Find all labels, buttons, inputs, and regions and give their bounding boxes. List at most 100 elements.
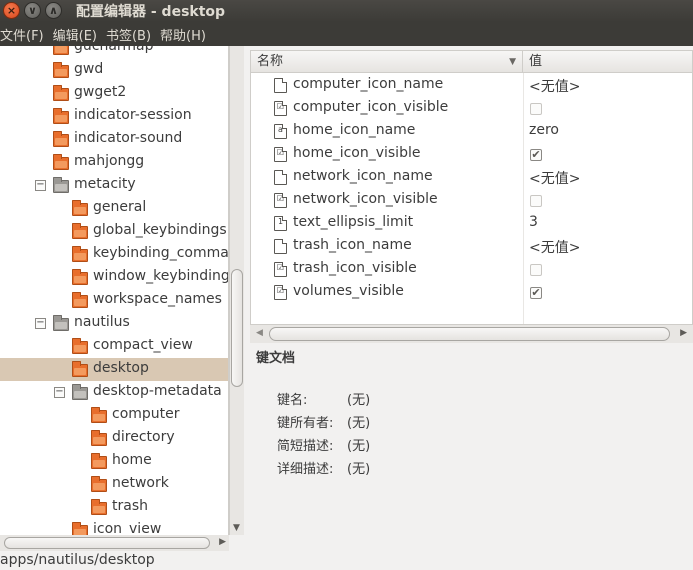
tree-item[interactable]: desktop — [0, 358, 228, 381]
scroll-right-icon[interactable]: ▶ — [680, 328, 687, 338]
tree-item-label: keybinding_commands — [93, 245, 229, 261]
bool-key-icon: ☑ — [274, 101, 287, 116]
key-row[interactable]: computer_icon_name <无值> — [251, 74, 692, 97]
collapse-expander-icon[interactable]: − — [35, 318, 46, 329]
key-row[interactable]: network_icon_name <无值> — [251, 166, 692, 189]
tree-item[interactable]: indicator-session — [0, 105, 228, 128]
tree-hscroll-thumb[interactable] — [4, 537, 210, 549]
tree-item[interactable]: home — [0, 450, 228, 473]
close-window-button[interactable]: × — [3, 2, 20, 19]
tree-item[interactable]: gwget2 — [0, 82, 228, 105]
key-value-checkbox[interactable] — [530, 264, 542, 276]
tree-item-label: window_keybindings — [93, 268, 229, 284]
key-row[interactable]: ☑ volumes_visible ✔ — [251, 281, 692, 304]
tree-item[interactable]: keybinding_commands — [0, 243, 229, 266]
tree-vertical-scrollbar[interactable]: ▼ — [229, 46, 244, 535]
tree-item[interactable]: mahjongg — [0, 151, 228, 174]
menu-file[interactable]: 文件(F) — [0, 25, 44, 44]
menu-bookmarks[interactable]: 书签(B) — [106, 25, 151, 44]
status-bar: apps/nautilus/desktop — [0, 551, 693, 570]
folder-icon — [53, 62, 69, 78]
tree-item-label: computer — [112, 406, 180, 422]
string-key-icon: a — [274, 124, 287, 139]
key-list[interactable]: 名称 ▼ 值 computer_icon_name <无值> ☑ computer_i… — [250, 50, 693, 325]
tree-item-label: desktop — [93, 360, 149, 376]
tree-item[interactable]: global_keybindings — [0, 220, 228, 243]
tree-item[interactable]: gwd — [0, 59, 228, 82]
key-row[interactable]: ☑ computer_icon_visible — [251, 97, 692, 120]
tree-item[interactable]: − desktop-metadata — [0, 381, 228, 404]
maximize-window-button[interactable]: ∧ — [45, 2, 62, 19]
bool-key-icon: ☑ — [274, 262, 287, 277]
keylist-horizontal-scrollbar[interactable]: ◀ ▶ — [250, 325, 693, 343]
tree-item-label: desktop-metadata — [93, 383, 222, 399]
key-row[interactable]: 1 text_ellipsis_limit 3 — [251, 212, 692, 235]
folder-icon — [91, 476, 107, 492]
key-value-checkbox[interactable] — [530, 103, 542, 115]
tree-item-label: trash — [112, 498, 148, 514]
key-row[interactable]: a home_icon_name zero — [251, 120, 692, 143]
open-folder-icon — [53, 177, 69, 193]
column-header-name[interactable]: 名称 ▼ — [251, 51, 523, 73]
key-name: text_ellipsis_limit — [293, 214, 414, 230]
key-value[interactable]: <无值> — [529, 168, 580, 188]
tree-item[interactable]: indicator-sound — [0, 128, 228, 151]
folder-icon — [72, 223, 88, 239]
menu-edit[interactable]: 编辑(E) — [53, 25, 97, 44]
minimize-icon: ∨ — [28, 4, 37, 17]
key-value-checkbox[interactable] — [530, 195, 542, 207]
collapse-expander-icon[interactable]: − — [54, 387, 65, 398]
tree-item[interactable]: − metacity — [0, 174, 228, 197]
key-name: trash_icon_visible — [293, 260, 417, 276]
column-header-value[interactable]: 值 — [523, 51, 692, 73]
tree-item[interactable]: compact_view — [0, 335, 228, 358]
key-row[interactable]: trash_icon_name <无值> — [251, 235, 692, 258]
menu-help[interactable]: 帮助(H) — [160, 25, 206, 44]
close-icon: × — [6, 4, 17, 17]
string-key-icon — [274, 170, 287, 185]
tree-item[interactable]: window_keybindings — [0, 266, 229, 289]
string-key-icon — [274, 78, 287, 93]
tree-item[interactable]: network — [0, 473, 228, 496]
scroll-left-icon[interactable]: ◀ — [256, 328, 263, 338]
column-header-value-label: 值 — [529, 54, 543, 69]
folder-icon — [72, 292, 88, 308]
tree-item[interactable]: general — [0, 197, 228, 220]
key-row[interactable]: ☑ home_icon_visible ✔ — [251, 143, 692, 166]
bool-key-icon: ☑ — [274, 285, 287, 300]
bool-key-icon: ☑ — [274, 193, 287, 208]
directory-tree[interactable]: gucharmap gwd gwget2 indicator-session indic… — [0, 46, 229, 535]
key-value[interactable]: zero — [529, 122, 559, 138]
scroll-down-icon[interactable]: ▼ — [233, 523, 240, 533]
folder-icon — [72, 338, 88, 354]
tree-item-label: indicator-session — [74, 107, 192, 123]
key-value[interactable]: <无值> — [529, 76, 580, 96]
key-row[interactable]: ☑ network_icon_visible — [251, 189, 692, 212]
minimize-window-button[interactable]: ∨ — [24, 2, 41, 19]
tree-item-label: indicator-sound — [74, 130, 183, 146]
folder-icon — [72, 200, 88, 216]
tree-item[interactable]: gucharmap — [0, 46, 228, 59]
key-value[interactable]: 3 — [529, 214, 538, 230]
tree-item[interactable]: computer — [0, 404, 228, 427]
doc-field-label: 键所有者: — [277, 416, 334, 431]
tree-scroll-thumb[interactable] — [231, 269, 243, 387]
sort-arrow-icon: ▼ — [509, 57, 516, 67]
tree-item[interactable]: − nautilus — [0, 312, 228, 335]
key-value[interactable]: <无值> — [529, 237, 580, 257]
tree-item[interactable]: directory — [0, 427, 228, 450]
key-value-checkbox[interactable]: ✔ — [530, 287, 542, 299]
keylist-hscroll-thumb[interactable] — [269, 327, 670, 341]
tree-horizontal-scrollbar[interactable]: ▶ — [0, 535, 229, 551]
key-value-checkbox[interactable]: ✔ — [530, 149, 542, 161]
tree-item[interactable]: icon_view — [0, 519, 228, 535]
tree-item-label: directory — [112, 429, 175, 445]
tree-item[interactable]: trash — [0, 496, 228, 519]
doc-field-value: (无) — [347, 439, 371, 454]
string-key-icon — [274, 239, 287, 254]
tree-item-label: gwd — [74, 61, 104, 77]
scroll-right-icon[interactable]: ▶ — [219, 537, 226, 547]
collapse-expander-icon[interactable]: − — [35, 180, 46, 191]
tree-item[interactable]: workspace_names — [0, 289, 228, 312]
key-row[interactable]: ☑ trash_icon_visible — [251, 258, 692, 281]
